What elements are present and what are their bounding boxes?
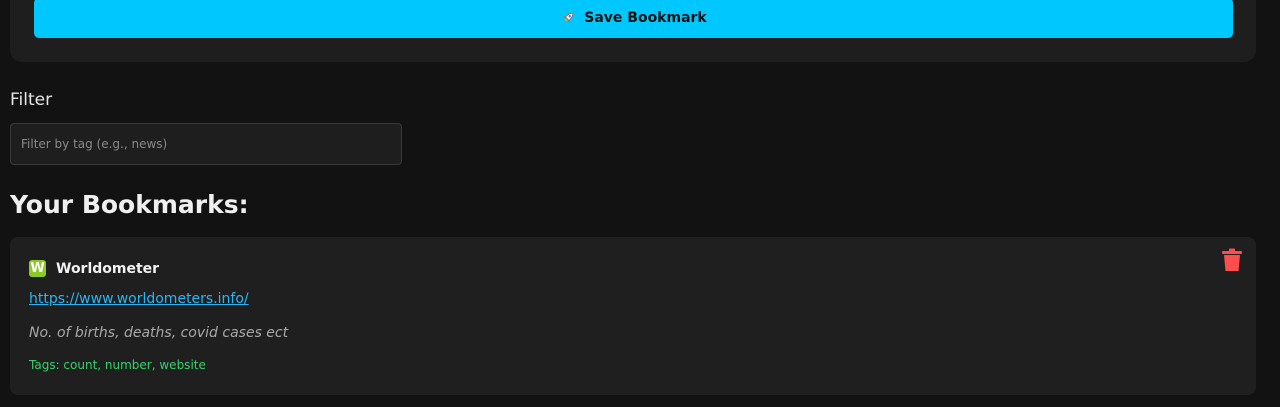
save-bookmark-button[interactable]: Save Bookmark — [34, 0, 1233, 38]
rocket-icon — [560, 10, 576, 26]
bookmark-manager-page: Save Bookmark Filter Your Bookmarks: W W… — [0, 0, 1280, 407]
bookmark-url-link[interactable]: https://www.worldometers.info/ — [29, 291, 249, 307]
filter-tag-input[interactable] — [10, 123, 402, 165]
add-bookmark-form: Save Bookmark — [10, 0, 1256, 62]
bookmark-description: No. of births, deaths, covid cases ect — [29, 325, 289, 341]
delete-bookmark-button[interactable] — [1218, 247, 1246, 275]
favicon-icon: W — [29, 260, 46, 277]
bookmark-title: Worldometer — [56, 260, 160, 277]
filter-label: Filter — [10, 90, 53, 110]
bookmark-tags: Tags: count, number, website — [29, 358, 206, 372]
bookmarks-heading: Your Bookmarks: — [10, 190, 249, 219]
bookmark-title-row: W Worldometer — [29, 260, 159, 277]
save-bookmark-label: Save Bookmark — [584, 10, 707, 26]
trash-icon — [1221, 248, 1243, 275]
bookmark-card: W Worldometer https://www.worldometers.i… — [10, 237, 1256, 395]
